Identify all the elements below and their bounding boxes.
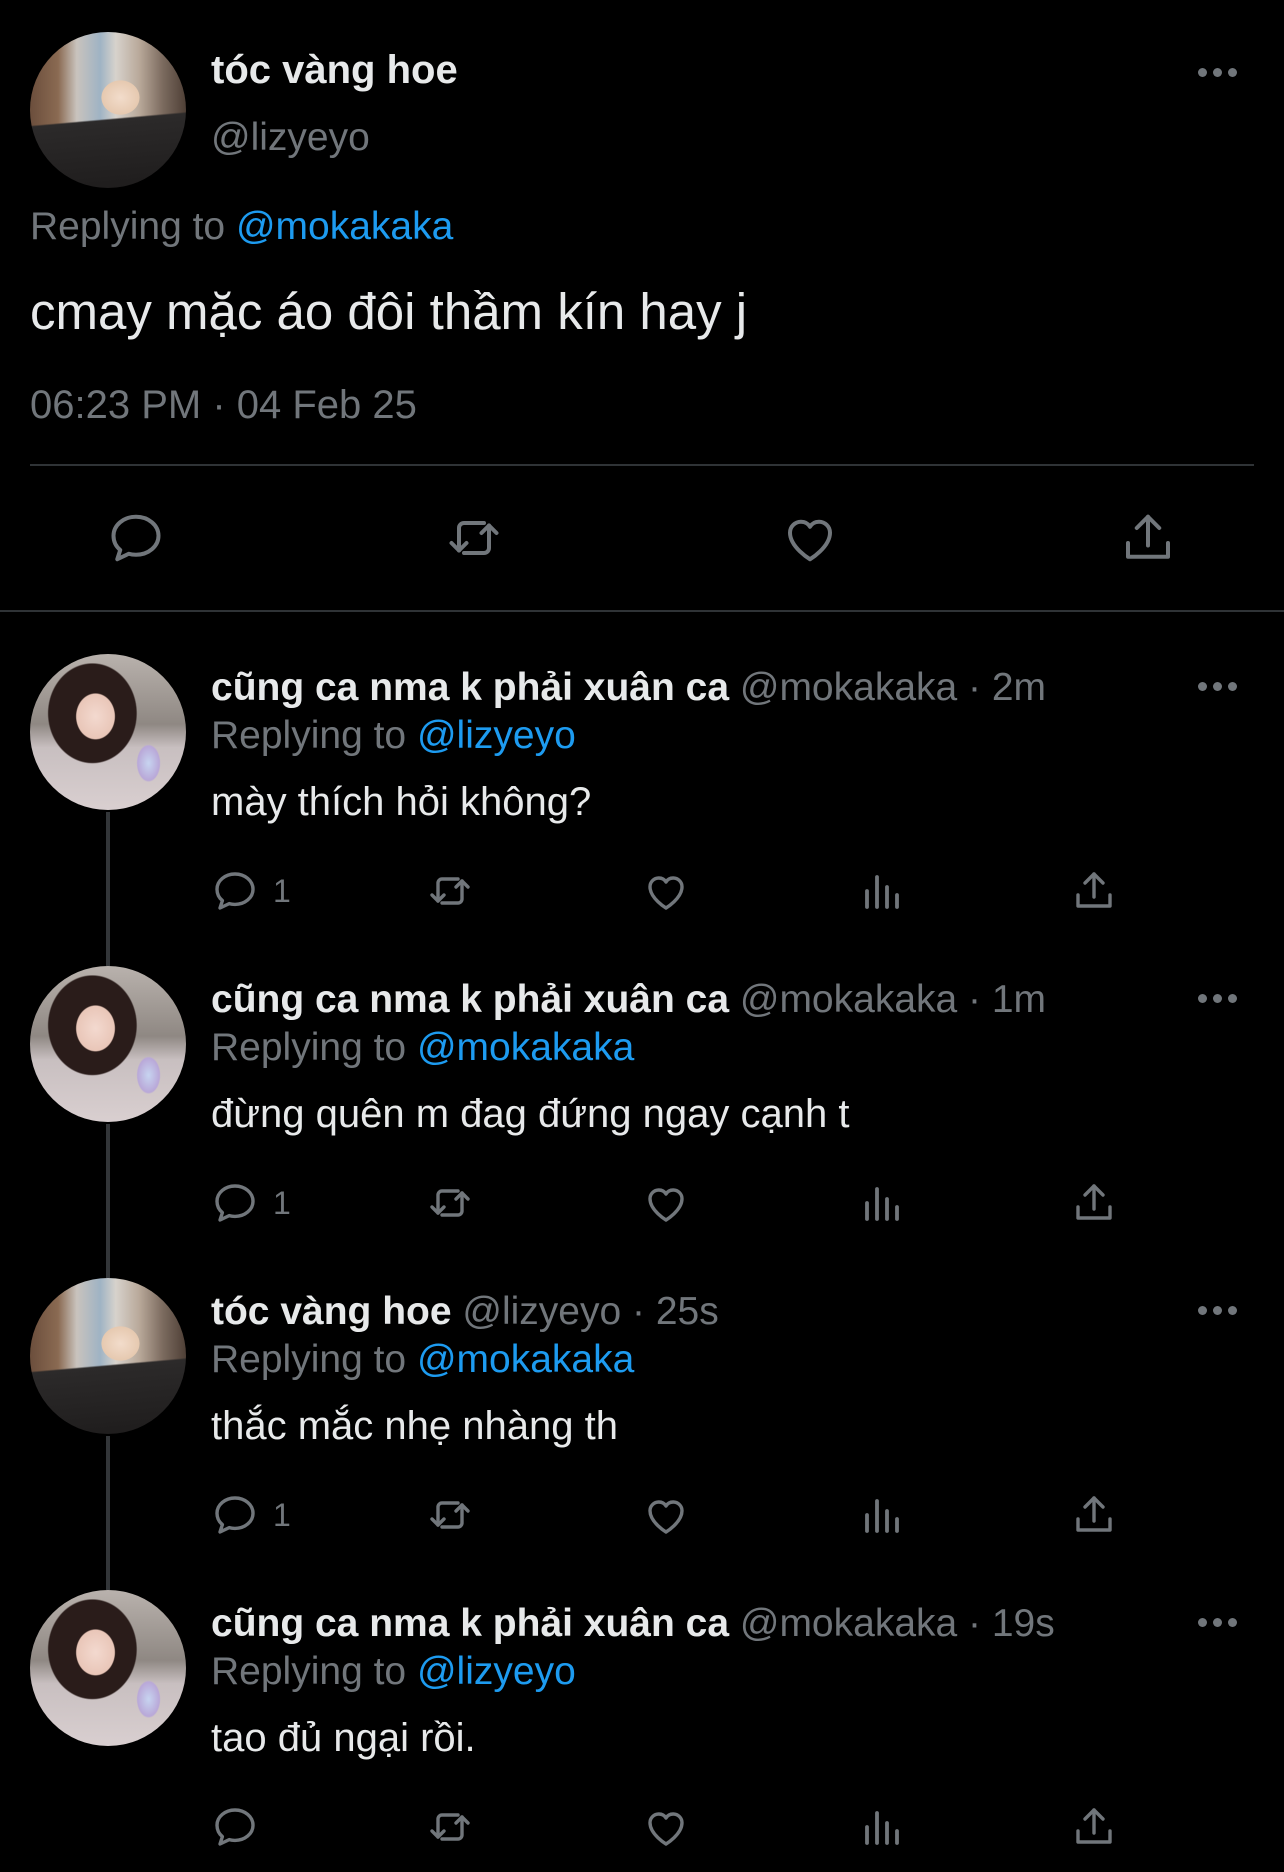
author-name[interactable]: cũng ca nma k phải xuân ca xyxy=(211,666,729,709)
share-icon[interactable] xyxy=(1118,508,1178,568)
reply-action[interactable] xyxy=(211,1802,273,1852)
avatar[interactable] xyxy=(30,654,186,810)
retweet-icon[interactable] xyxy=(426,1490,474,1540)
tweet-thread-page: tóc vàng hoe @lizyeyo Replying to @mokak… xyxy=(0,0,1284,1872)
like-icon[interactable] xyxy=(780,508,840,568)
replying-prefix: Replying to xyxy=(211,1338,407,1381)
more-options-icon[interactable] xyxy=(1198,682,1237,691)
retweet-icon[interactable] xyxy=(426,1802,474,1852)
author-name[interactable]: tóc vàng hoe xyxy=(211,1290,452,1333)
replying-to-link[interactable]: @mokakaka xyxy=(417,1026,634,1069)
reply-action[interactable]: 1 xyxy=(211,866,291,916)
reply-header: cũng ca nma k phải xuân ca @mokakaka · 1… xyxy=(211,978,1046,1022)
like-icon[interactable] xyxy=(642,1802,690,1852)
tweet-text: thắc mắc nhẹ nhàng th xyxy=(211,1404,618,1448)
like-icon[interactable] xyxy=(642,1178,690,1228)
reply-tweet[interactable]: cũng ca nma k phải xuân ca @mokakaka · 2… xyxy=(0,654,1284,966)
thread-line xyxy=(106,1124,110,1278)
replying-to: Replying to @mokakaka xyxy=(211,1026,634,1070)
replying-to: Replying to @mokakaka xyxy=(30,205,453,249)
reply-count: 1 xyxy=(273,1184,291,1221)
like-icon[interactable] xyxy=(642,866,690,916)
more-options-icon[interactable] xyxy=(1198,1306,1237,1315)
thread-line xyxy=(106,812,110,966)
reply-count: 1 xyxy=(273,1496,291,1533)
tweet-timestamp[interactable]: 06:23 PM · 04 Feb 25 xyxy=(30,383,417,428)
author-meta[interactable]: @mokakaka · 1m xyxy=(740,978,1046,1021)
divider xyxy=(30,464,1254,466)
author-name[interactable]: tóc vàng hoe xyxy=(211,48,458,93)
replying-prefix: Replying to xyxy=(211,1650,407,1693)
reply-icon[interactable] xyxy=(211,1179,259,1227)
share-icon[interactable] xyxy=(1070,866,1118,916)
reply-action[interactable]: 1 xyxy=(211,1490,291,1540)
like-icon[interactable] xyxy=(642,1490,690,1540)
views-icon[interactable] xyxy=(857,866,905,916)
thread-line xyxy=(106,1436,110,1590)
reply-tweet[interactable]: tóc vàng hoe @lizyeyo · 25s Replying to … xyxy=(0,1278,1284,1590)
replying-to: Replying to @lizyeyo xyxy=(211,714,576,758)
retweet-icon[interactable] xyxy=(426,1178,474,1228)
replying-to: Replying to @mokakaka xyxy=(211,1338,634,1382)
retweet-icon[interactable] xyxy=(444,508,504,568)
tweet-text: tao đủ ngại rồi. xyxy=(211,1716,476,1760)
share-icon[interactable] xyxy=(1070,1490,1118,1540)
reply-header: cũng ca nma k phải xuân ca @mokakaka · 1… xyxy=(211,1602,1055,1646)
views-icon[interactable] xyxy=(857,1178,905,1228)
avatar[interactable] xyxy=(30,1278,186,1434)
views-icon[interactable] xyxy=(857,1802,905,1852)
reply-icon[interactable] xyxy=(211,1491,259,1539)
author-meta[interactable]: @lizyeyo · 25s xyxy=(462,1290,718,1333)
tweet-text: đừng quên m đag đứng ngay cạnh t xyxy=(211,1092,850,1136)
reply-icon[interactable] xyxy=(106,508,166,568)
share-icon[interactable] xyxy=(1070,1802,1118,1852)
avatar[interactable] xyxy=(30,966,186,1122)
replying-prefix: Replying to xyxy=(211,1026,407,1069)
author-meta[interactable]: @mokakaka · 2m xyxy=(740,666,1046,709)
replying-to-link[interactable]: @mokakaka xyxy=(417,1338,634,1381)
views-icon[interactable] xyxy=(857,1490,905,1540)
more-options-icon[interactable] xyxy=(1198,68,1237,77)
author-handle[interactable]: @lizyeyo xyxy=(211,116,370,160)
replying-to: Replying to @lizyeyo xyxy=(211,1650,576,1694)
reply-header: tóc vàng hoe @lizyeyo · 25s xyxy=(211,1290,719,1334)
more-options-icon[interactable] xyxy=(1198,1618,1237,1627)
author-name[interactable]: cũng ca nma k phải xuân ca xyxy=(211,1602,729,1645)
retweet-icon[interactable] xyxy=(426,866,474,916)
reply-action[interactable]: 1 xyxy=(211,1178,291,1228)
avatar[interactable] xyxy=(30,32,186,188)
divider xyxy=(0,610,1284,612)
reply-tweet[interactable]: cũng ca nma k phải xuân ca @mokakaka · 1… xyxy=(0,1590,1284,1872)
replying-to-link[interactable]: @mokakaka xyxy=(236,205,453,248)
replying-prefix: Replying to xyxy=(30,205,226,248)
share-icon[interactable] xyxy=(1070,1178,1118,1228)
more-options-icon[interactable] xyxy=(1198,994,1237,1003)
reply-count: 1 xyxy=(273,872,291,909)
author-meta[interactable]: @mokakaka · 19s xyxy=(740,1602,1055,1645)
replying-to-link[interactable]: @lizyeyo xyxy=(417,714,576,757)
avatar[interactable] xyxy=(30,1590,186,1746)
reply-tweet[interactable]: cũng ca nma k phải xuân ca @mokakaka · 1… xyxy=(0,966,1284,1278)
replying-to-link[interactable]: @lizyeyo xyxy=(417,1650,576,1693)
tweet-text: cmay mặc áo đôi thầm kín hay j xyxy=(30,283,748,340)
replying-prefix: Replying to xyxy=(211,714,407,757)
reply-header: cũng ca nma k phải xuân ca @mokakaka · 2… xyxy=(211,666,1046,710)
author-name[interactable]: cũng ca nma k phải xuân ca xyxy=(211,978,729,1021)
reply-icon[interactable] xyxy=(211,1803,259,1851)
reply-icon[interactable] xyxy=(211,867,259,915)
tweet-text: mày thích hỏi không? xyxy=(211,780,592,824)
